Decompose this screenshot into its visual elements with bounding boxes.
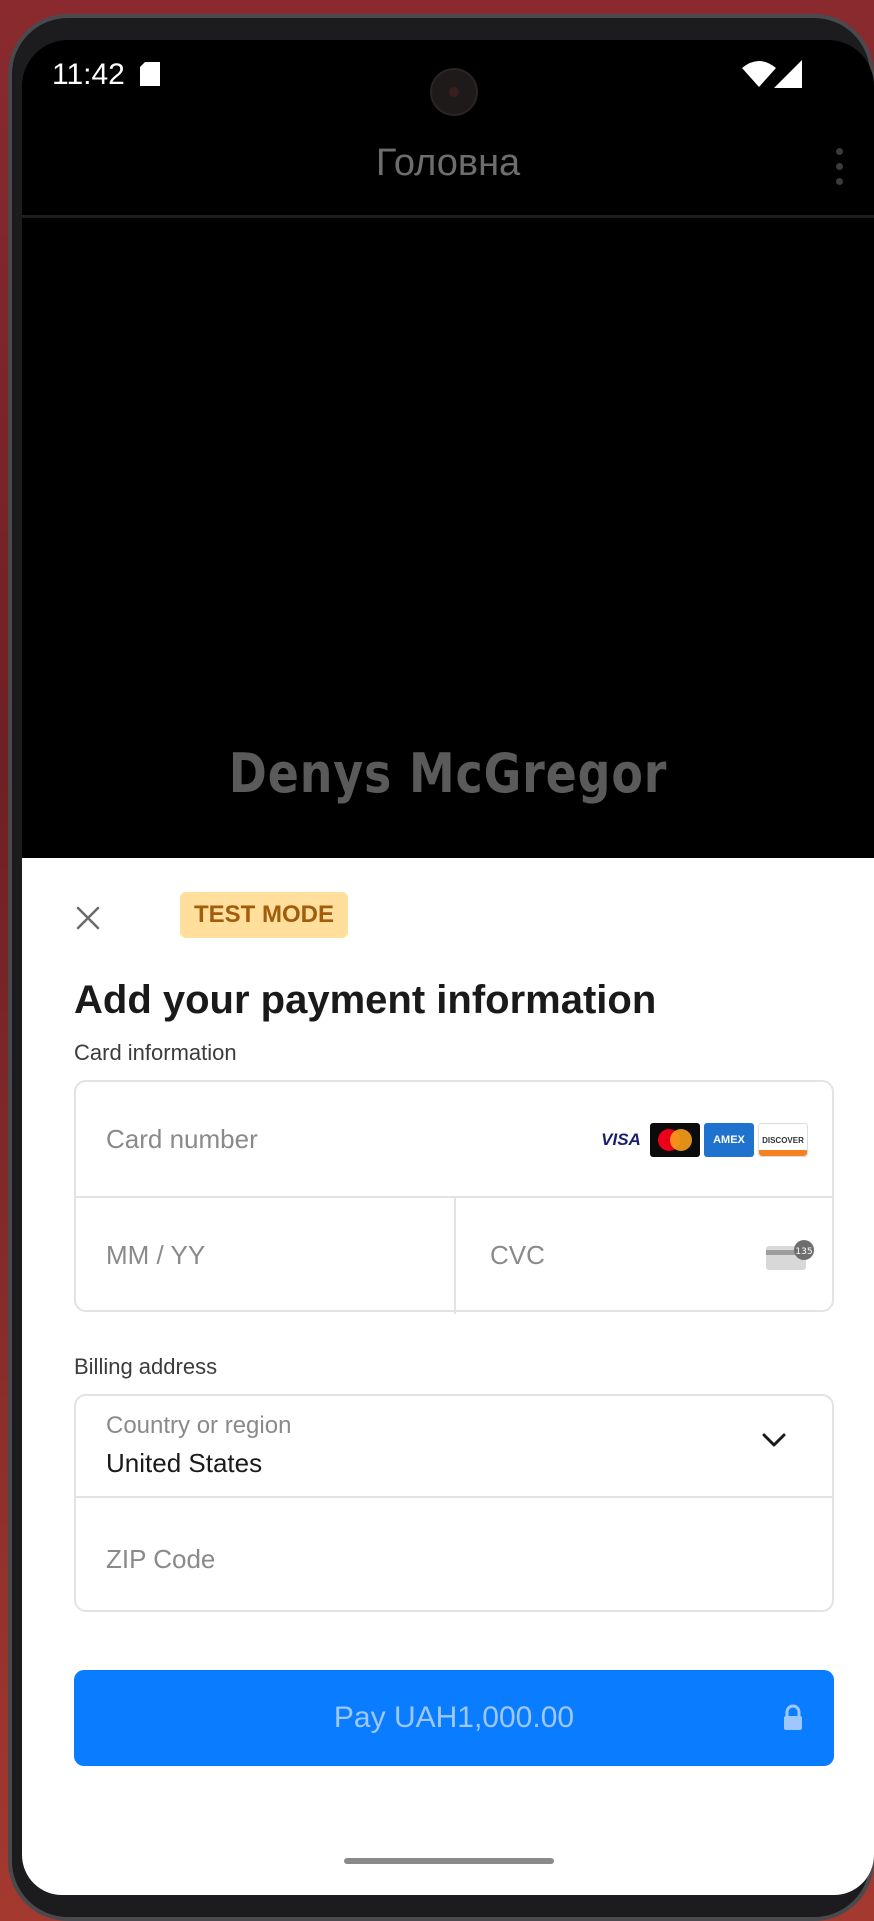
discover-logo: DISCOVER <box>758 1123 808 1157</box>
lock-icon <box>784 1704 802 1730</box>
mastercard-logo <box>650 1123 700 1157</box>
card-number-field[interactable]: Card number VISA AMEX DISCOVER <box>76 1082 832 1198</box>
card-number-placeholder: Card number <box>106 1124 258 1154</box>
home-indicator[interactable] <box>344 1858 554 1864</box>
cvc-card-icon: 135 <box>766 1240 814 1270</box>
test-mode-badge: TEST MODE <box>180 892 349 938</box>
sim-card-icon <box>140 62 160 86</box>
card-brand-logos: VISA AMEX DISCOVER <box>596 1122 808 1158</box>
status-time: 11:42 <box>52 58 125 91</box>
payment-sheet: TEST MODE Add your payment information C… <box>22 858 874 1895</box>
cvc-field[interactable]: CVC 135 <box>456 1198 836 1314</box>
cvc-placeholder: CVC <box>490 1240 545 1270</box>
country-value: United States <box>106 1448 263 1478</box>
svg-text:135: 135 <box>795 1247 812 1257</box>
country-label: Country or region <box>106 1412 292 1439</box>
app-bar: Головна <box>22 120 874 218</box>
visa-logo: VISA <box>601 1130 641 1149</box>
front-camera <box>430 68 478 116</box>
wifi-icon <box>742 61 776 87</box>
expiry-placeholder: MM / YY <box>106 1240 206 1270</box>
sheet-title: Add your payment information <box>74 978 657 1022</box>
amex-logo: AMEX <box>704 1123 754 1157</box>
billing-address-label: Billing address <box>74 1354 218 1379</box>
card-information-box: Card number VISA AMEX DISCOVER MM / YY C… <box>74 1080 834 1314</box>
status-bar: 11:42 <box>22 40 874 120</box>
country-select[interactable]: Country or region United States <box>76 1396 832 1498</box>
chevron-down-icon <box>762 1433 786 1447</box>
close-icon[interactable] <box>72 902 104 934</box>
zip-code-field[interactable]: ZIP Code <box>106 1544 215 1575</box>
pay-button-label: Pay UAH1,000.00 <box>333 1701 575 1734</box>
expiry-cvc-row: MM / YY CVC 135 <box>76 1198 832 1314</box>
hero-name: Denys McGregor <box>228 742 668 805</box>
expiry-field[interactable]: MM / YY <box>76 1198 456 1314</box>
app-title: Головна <box>375 142 521 184</box>
card-information-label: Card information <box>74 1040 237 1065</box>
pay-button[interactable]: Pay UAH1,000.00 <box>74 1670 834 1766</box>
billing-address-box: Country or region United States ZIP Code <box>74 1394 834 1612</box>
signal-icon <box>774 60 802 88</box>
overflow-menu-icon[interactable] <box>834 148 844 192</box>
device-screen: 11:42 Головна Denys McGregor TEST MODE A… <box>22 40 874 1895</box>
